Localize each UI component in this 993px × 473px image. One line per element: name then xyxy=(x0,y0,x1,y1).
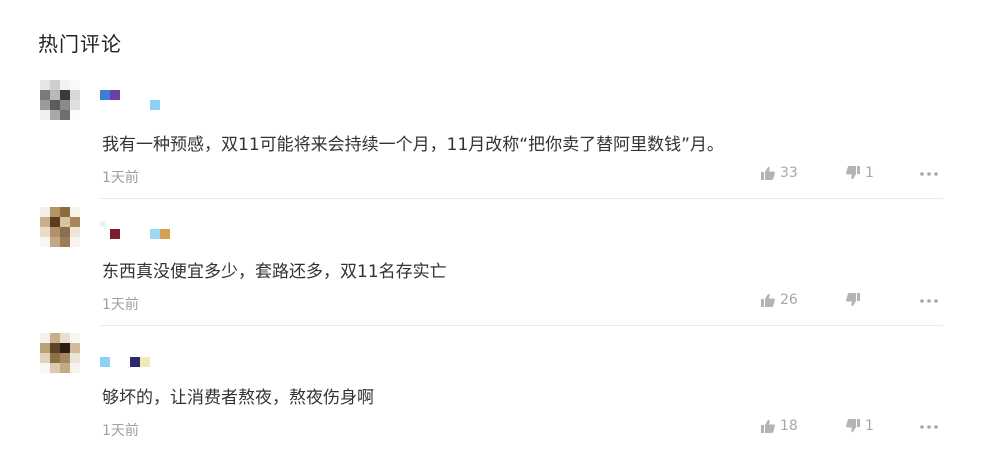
comment-item: 东西真没便宜多少，套路还多，双11名存实亡 1天前 26 xyxy=(0,207,993,335)
avatar[interactable] xyxy=(40,207,80,247)
more-dots-icon[interactable] xyxy=(918,166,940,182)
username[interactable] xyxy=(100,341,180,367)
thumbs-down-icon xyxy=(846,293,860,307)
username[interactable] xyxy=(100,215,180,239)
like-count: 33 xyxy=(780,165,798,181)
username[interactable] xyxy=(100,88,180,112)
divider xyxy=(100,325,943,326)
dislike-button[interactable]: 1 xyxy=(845,418,874,434)
dislike-button[interactable] xyxy=(845,292,865,308)
avatar[interactable] xyxy=(40,333,80,373)
more-dots-icon[interactable] xyxy=(918,419,940,435)
comment-item: 我有一种预感，双11可能将来会持续一个月，11月改称“把你卖了替阿里数钱”月。 … xyxy=(0,80,993,208)
comment-text: 够坏的，让消费者熬夜，熬夜伤身啊 xyxy=(102,388,374,408)
avatar[interactable] xyxy=(40,80,80,120)
comment-time: 1天前 xyxy=(102,297,139,313)
dislike-count: 1 xyxy=(865,165,874,181)
dislike-button[interactable]: 1 xyxy=(845,165,874,181)
like-button[interactable]: 26 xyxy=(760,292,798,308)
section-title: 热门评论 xyxy=(38,32,122,56)
like-count: 26 xyxy=(780,292,798,308)
thumbs-up-icon xyxy=(761,293,775,307)
thumbs-down-icon xyxy=(846,166,860,180)
comment-time: 1天前 xyxy=(102,170,139,186)
more-dots-icon[interactable] xyxy=(918,293,940,309)
thumbs-up-icon xyxy=(761,419,775,433)
comment-text: 东西真没便宜多少，套路还多，双11名存实亡 xyxy=(102,262,447,282)
comment-time: 1天前 xyxy=(102,423,139,439)
comment-text: 我有一种预感，双11可能将来会持续一个月，11月改称“把你卖了替阿里数钱”月。 xyxy=(102,135,724,155)
dislike-count: 1 xyxy=(865,418,874,434)
thumbs-up-icon xyxy=(761,166,775,180)
like-button[interactable]: 33 xyxy=(760,165,798,181)
hot-comments-panel: 热门评论 我有一种预感，双11可能将来会持续一个月，11月改称“把你卖了替阿里数… xyxy=(0,0,993,473)
thumbs-down-icon xyxy=(846,419,860,433)
like-count: 18 xyxy=(780,418,798,434)
like-button[interactable]: 18 xyxy=(760,418,798,434)
divider xyxy=(100,198,943,199)
comment-item: 够坏的，让消费者熬夜，熬夜伤身啊 1天前 18 1 xyxy=(0,333,993,461)
